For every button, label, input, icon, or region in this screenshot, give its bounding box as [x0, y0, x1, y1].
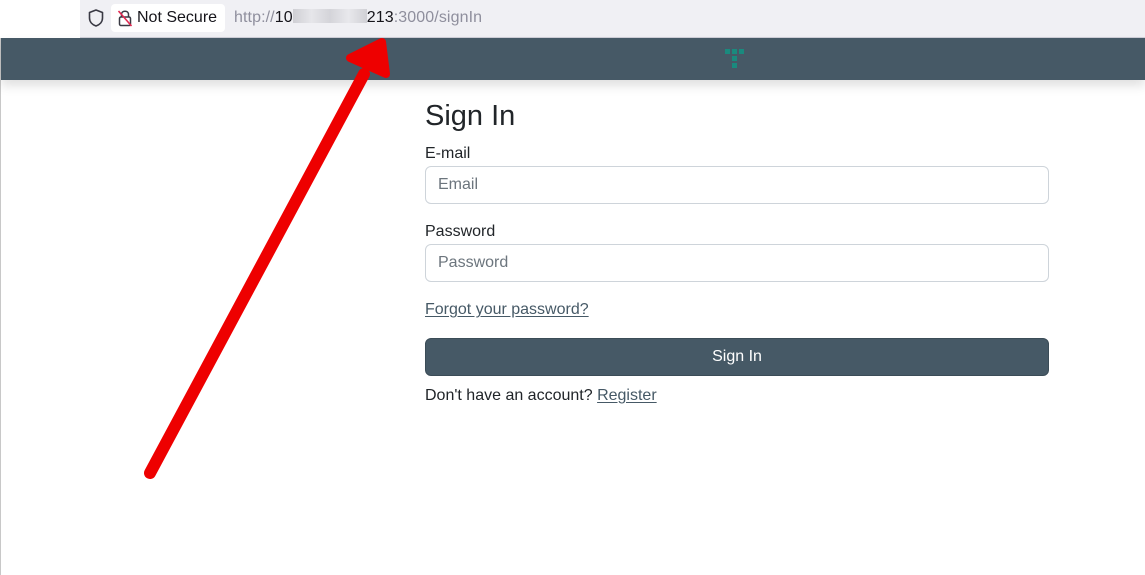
security-indicator[interactable]: Not Secure — [111, 4, 226, 32]
page-title: Sign In — [425, 100, 516, 132]
window-edge — [0, 38, 1, 575]
email-field[interactable] — [425, 166, 1049, 204]
forgot-password-link[interactable]: Forgot your password? — [425, 301, 589, 319]
red-arrow-annotation — [144, 38, 390, 479]
register-link[interactable]: Register — [597, 387, 657, 404]
redacted-ip-segment — [292, 9, 367, 23]
email-label: E-mail — [425, 145, 471, 162]
register-prompt: Don't have an account? Register — [425, 387, 657, 405]
security-label: Not Secure — [137, 9, 218, 26]
password-field[interactable] — [425, 244, 1049, 282]
lock-broken-icon — [117, 10, 133, 27]
no-account-text: Don't have an account? — [425, 387, 593, 404]
shield-icon[interactable] — [87, 8, 105, 28]
url-scheme: http:// — [234, 9, 275, 26]
url-text[interactable]: http://10 213:3000/signIn — [234, 9, 482, 27]
toolbar-spacer — [0, 0, 80, 38]
url-host-start: 10 — [274, 9, 293, 26]
app-logo-icon[interactable] — [724, 47, 750, 73]
sign-in-button[interactable]: Sign In — [425, 338, 1049, 376]
app-navbar — [1, 38, 1145, 80]
password-label: Password — [425, 223, 496, 240]
browser-address-bar: Not Secure http://10 213:3000/signIn — [0, 0, 1145, 38]
url-host-end: 213 — [366, 9, 394, 26]
url-path: :3000/signIn — [393, 9, 483, 26]
